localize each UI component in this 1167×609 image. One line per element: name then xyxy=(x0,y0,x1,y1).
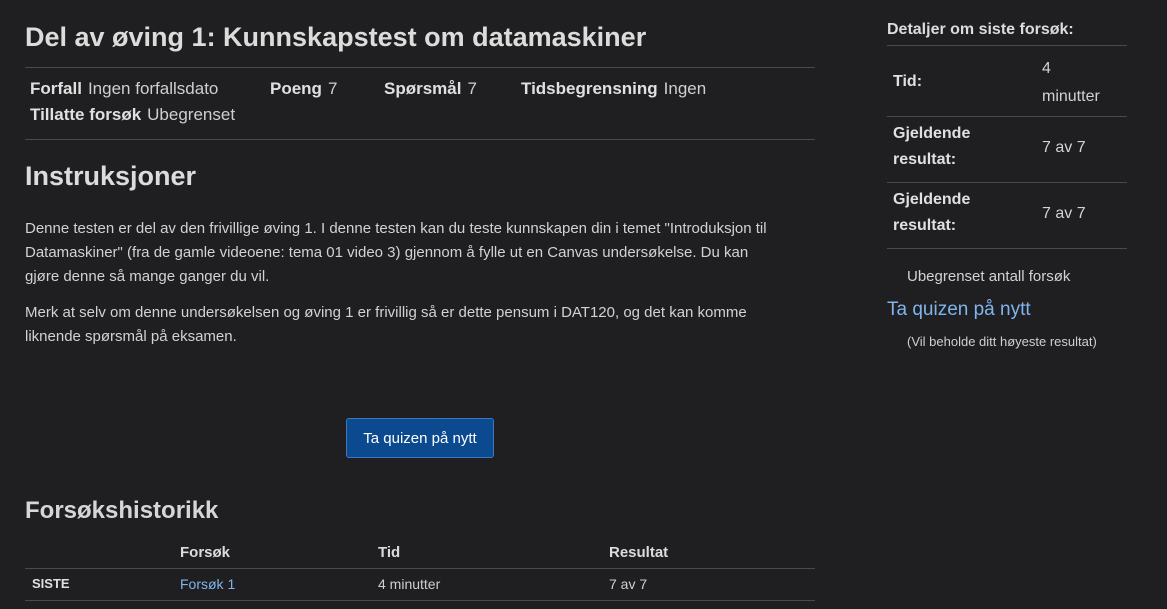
sidebar-time-value-line-1: 4 xyxy=(1042,60,1051,77)
meta-points-value: 7 xyxy=(327,79,338,98)
instructions-heading: Instruksjoner xyxy=(25,161,197,191)
attempt-link[interactable]: Forsøk 1 xyxy=(180,576,235,592)
sidebar-current-score-label-line-1: Gjeldende xyxy=(893,125,971,142)
sidebar-kept-score-label-line-1: Gjeldende xyxy=(893,191,971,208)
meta-allowed-attempts-label: Tillatte forsøk xyxy=(30,105,142,124)
instructions-paragraph-1: Denne testen er del av den frivillige øv… xyxy=(25,217,815,289)
sidebar-time-value: 4 minutter xyxy=(1042,55,1126,111)
sidebar-current-score-label-line-2: resultat: xyxy=(893,151,957,168)
meta-time-limit-value: Ingen xyxy=(663,79,707,98)
sidebar-divider-3 xyxy=(887,182,1127,183)
column-header-result: Resultat xyxy=(609,544,669,561)
column-header-attempt: Forsøk xyxy=(180,544,231,561)
sidebar-kept-score-label-line-2: resultat: xyxy=(893,217,957,234)
sidebar-kept-score-label: Gjeldende resultat: xyxy=(893,187,970,239)
sidebar-divider-2 xyxy=(887,116,1127,117)
meta-time-limit: Tidsbegrensning Ingen xyxy=(521,79,706,99)
instructions-p2-line-1: Merk at selv om denne undersøkelsen og ø… xyxy=(25,304,747,321)
meta-due: Forfall Ingen forfallsdato xyxy=(30,79,218,99)
sidebar-divider-4 xyxy=(887,248,1127,249)
meta-time-limit-label: Tidsbegrensning xyxy=(521,79,658,98)
instructions-p2-line-2: liknende spørsmål på eksamen. xyxy=(25,328,237,345)
attempt-history-heading: Forsøkshistorikk xyxy=(25,497,219,524)
meta-allowed-attempts: Tillatte forsøk Ubegrenset xyxy=(30,105,235,125)
meta-questions: Spørsmål 7 xyxy=(384,79,477,99)
meta-points: Poeng 7 xyxy=(270,79,337,99)
meta-questions-value: 7 xyxy=(467,79,477,98)
sidebar-time-value-line-2: minutter xyxy=(1042,88,1100,105)
sidebar-current-score-label: Gjeldende resultat: xyxy=(893,121,970,173)
meta-points-label: Poeng xyxy=(270,79,322,98)
unlimited-attempts-note: Ubegrenset antall forsøk xyxy=(907,268,1071,285)
attempt-time: 4 minutter xyxy=(378,576,441,592)
keep-highest-score-note: (Vil beholde ditt høyeste resultat) xyxy=(907,334,1097,349)
meta-divider-top xyxy=(25,67,815,68)
retake-quiz-link[interactable]: Ta quizen på nytt xyxy=(887,299,1031,321)
page-title: Del av øving 1: Kunnskapstest om datamas… xyxy=(25,22,647,52)
sidebar-divider-1 xyxy=(887,45,1127,46)
table-header-divider xyxy=(25,568,815,569)
sidebar-time-label: Tid: xyxy=(893,73,923,90)
instructions-p1-line-3: gjøre denne så mange ganger du vil. xyxy=(25,268,270,285)
sidebar-kept-score-value: 7 av 7 xyxy=(1042,205,1086,222)
attempt-result: 7 av 7 xyxy=(609,576,648,592)
instructions-paragraph-2: Merk at selv om denne undersøkelsen og ø… xyxy=(25,301,815,349)
table-row-divider xyxy=(25,600,815,601)
meta-questions-label: Spørsmål xyxy=(384,79,462,98)
meta-divider-bottom xyxy=(25,139,815,140)
retake-quiz-button[interactable]: Ta quizen på nytt xyxy=(346,418,494,458)
meta-due-value: Ingen forfallsdato xyxy=(87,79,219,98)
meta-allowed-attempts-value: Ubegrenset xyxy=(147,105,236,124)
sidebar-heading: Detaljer om siste forsøk: xyxy=(887,21,1074,38)
meta-due-label: Forfall xyxy=(30,79,82,98)
sidebar-current-score-value: 7 av 7 xyxy=(1042,139,1086,156)
column-header-time: Tid xyxy=(378,544,401,561)
instructions-p1-line-2: Datamaskiner" (fra de gamle videoene: te… xyxy=(25,244,749,261)
row-label-latest: SISTE xyxy=(32,576,70,591)
instructions-p1-line-1: Denne testen er del av den frivillige øv… xyxy=(25,220,767,237)
